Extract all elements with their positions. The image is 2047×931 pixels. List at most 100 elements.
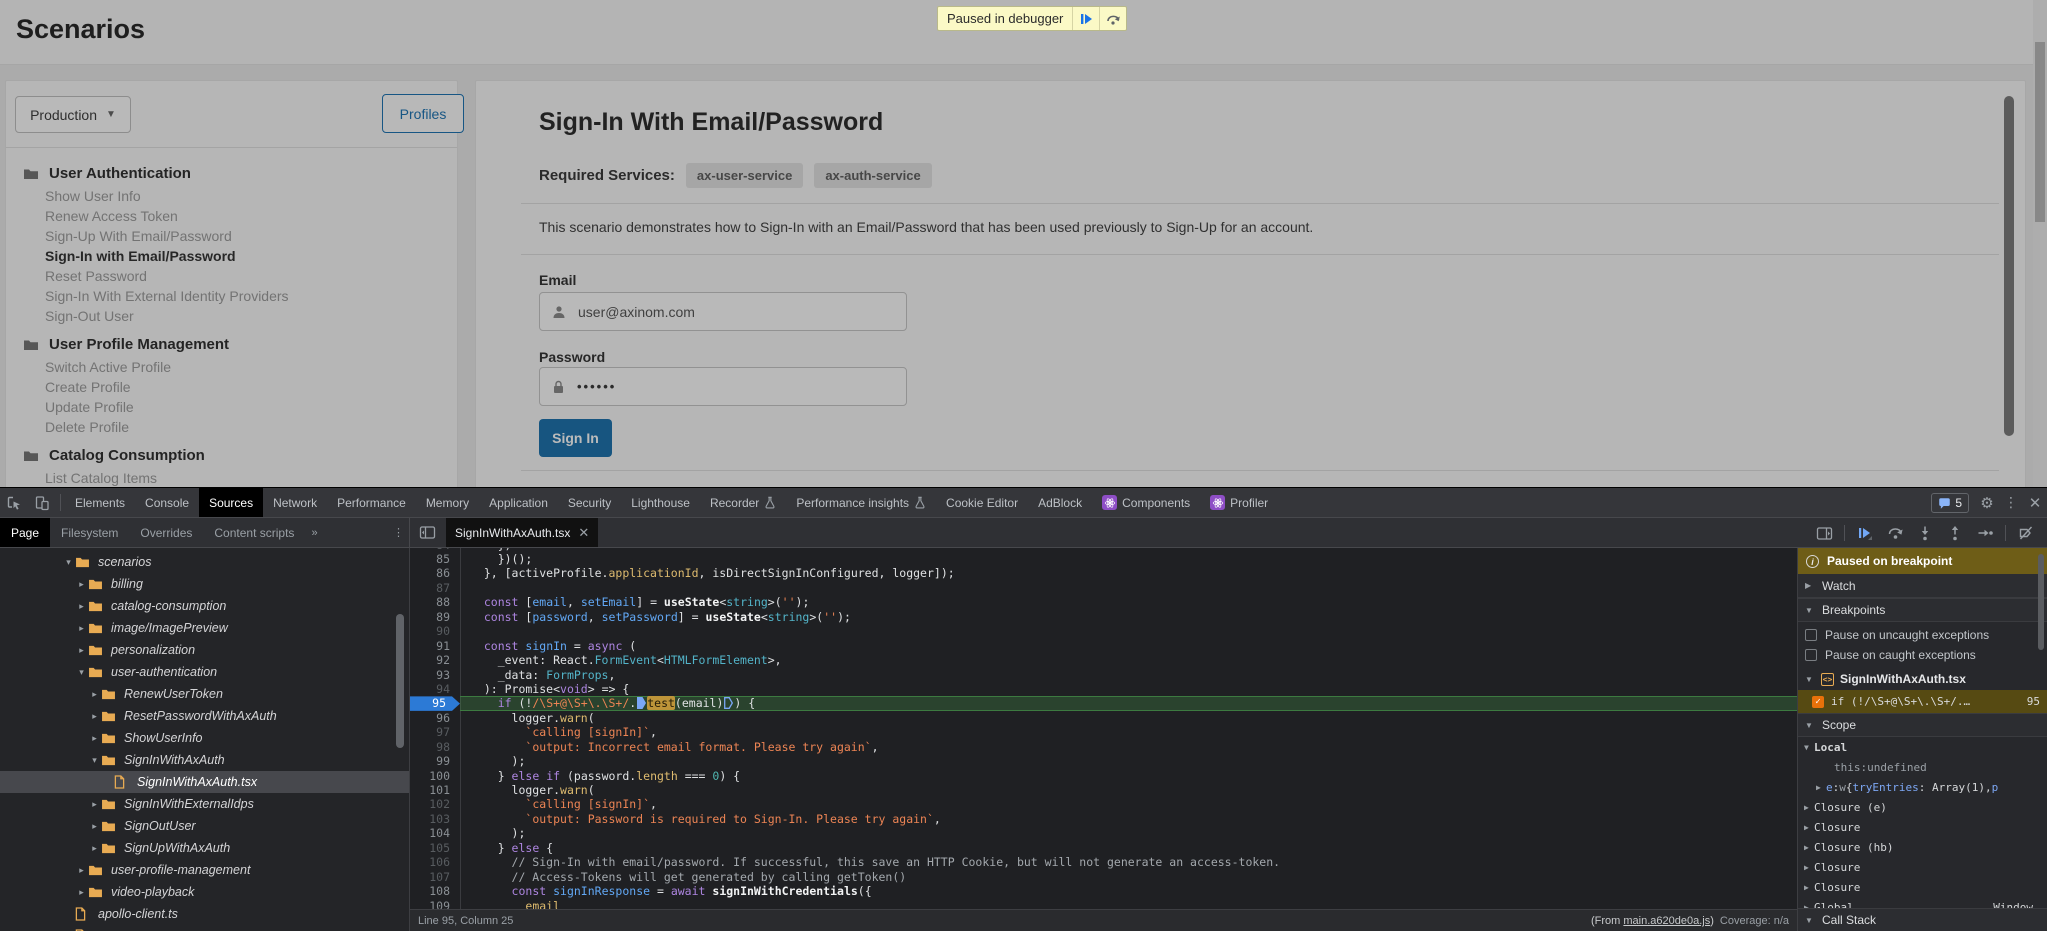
tree-folder-user-authentication[interactable]: ▾user-authentication bbox=[0, 661, 409, 683]
code-line-100[interactable]: 100 } else if (password.length === 0) { bbox=[410, 769, 1797, 783]
tab-components[interactable]: Components bbox=[1092, 488, 1200, 517]
breakpoints-section-header[interactable]: ▼ Breakpoints bbox=[1798, 598, 2047, 622]
tab-performance[interactable]: Performance bbox=[327, 488, 416, 517]
tree-folder-catalog-consumption[interactable]: ▸catalog-consumption bbox=[0, 595, 409, 617]
tab-memory[interactable]: Memory bbox=[416, 488, 479, 517]
code-line-96[interactable]: 96 logger.warn( bbox=[410, 711, 1797, 725]
code-line-94[interactable]: 94 ): Promise<void> => { bbox=[410, 682, 1797, 696]
pause-caught-checkbox[interactable] bbox=[1805, 649, 1817, 661]
code-line-97[interactable]: 97 `calling [signIn]`, bbox=[410, 725, 1797, 739]
step-over-icon[interactable] bbox=[1099, 7, 1126, 30]
code-line-90[interactable]: 90 bbox=[410, 624, 1797, 638]
tab-performance-insights[interactable]: Performance insights bbox=[786, 488, 936, 517]
code-line-85[interactable]: 85 })(); bbox=[410, 552, 1797, 566]
breakpoint-entry[interactable]: ✓ if (!/\S+@\S+\.\S+/.… 95 bbox=[1798, 690, 2047, 713]
code-line-89[interactable]: 89 const [password, setPassword] = useSt… bbox=[410, 610, 1797, 624]
step-over-icon[interactable] bbox=[1882, 521, 1908, 545]
tab-network[interactable]: Network bbox=[263, 488, 327, 517]
tree-folder-billing[interactable]: ▸billing bbox=[0, 573, 409, 595]
tree-folder-ShowUserInfo[interactable]: ▸ShowUserInfo bbox=[0, 727, 409, 749]
breakpoint-checkbox[interactable]: ✓ bbox=[1812, 696, 1824, 708]
code-line-107[interactable]: 107 // Access-Tokens will get generated … bbox=[410, 870, 1797, 884]
close-devtools-icon[interactable]: ✕ bbox=[2023, 488, 2047, 517]
more-tabs-icon[interactable]: ⋮ bbox=[387, 518, 409, 547]
tree-file-apollo-client.ts[interactable]: apollo-client.ts bbox=[0, 903, 409, 925]
scope-row[interactable]: ▶Closure (e) bbox=[1798, 797, 2047, 817]
code-editor[interactable]: 84 })85 })();86 }, [activeProfile.applic… bbox=[410, 548, 1797, 909]
scope-row[interactable]: this: undefined bbox=[1798, 757, 2047, 777]
navigator-scrollbar[interactable] bbox=[396, 614, 404, 748]
tab-recorder[interactable]: Recorder bbox=[700, 488, 786, 517]
tree-folder-ResetPasswordWithAxAuth[interactable]: ▸ResetPasswordWithAxAuth bbox=[0, 705, 409, 727]
watch-section-header[interactable]: ▶ Watch bbox=[1798, 574, 2047, 598]
tab-adblock[interactable]: AdBlock bbox=[1028, 488, 1092, 517]
tree-file-SignInWithAxAuth.tsx[interactable]: SignInWithAxAuth.tsx bbox=[0, 771, 409, 793]
tree-folder-RenewUserToken[interactable]: ▸RenewUserToken bbox=[0, 683, 409, 705]
breakpoint-file-row[interactable]: ▼ <> SignInWithAxAuth.tsx bbox=[1798, 668, 2047, 690]
tab-console[interactable]: Console bbox=[135, 488, 199, 517]
navigator-tab-overrides[interactable]: Overrides bbox=[129, 518, 203, 547]
scope-row[interactable]: ▶Closure bbox=[1798, 877, 2047, 897]
overflow-tabs-icon[interactable]: » bbox=[305, 518, 322, 547]
navigator-tab-filesystem[interactable]: Filesystem bbox=[50, 518, 129, 547]
tab-application[interactable]: Application bbox=[479, 488, 558, 517]
scope-row[interactable]: ▶Closure (hb) bbox=[1798, 837, 2047, 857]
resume-icon[interactable] bbox=[1852, 521, 1878, 545]
settings-gear-icon[interactable]: ⚙ bbox=[1975, 488, 1999, 517]
more-options-icon[interactable]: ⋮ bbox=[1999, 488, 2023, 517]
hide-navigator-icon[interactable] bbox=[413, 518, 441, 547]
code-line-102[interactable]: 102 `calling [signIn]`, bbox=[410, 797, 1797, 811]
device-toolbar-icon[interactable] bbox=[28, 488, 56, 517]
dock-panel-icon[interactable] bbox=[1811, 521, 1837, 545]
code-line-104[interactable]: 104 ); bbox=[410, 826, 1797, 840]
code-line-106[interactable]: 106 // Sign-In with email/password. If s… bbox=[410, 855, 1797, 869]
code-line-105[interactable]: 105 } else { bbox=[410, 841, 1797, 855]
code-line-91[interactable]: 91 const signIn = async ( bbox=[410, 639, 1797, 653]
tree-folder-image/ImagePreview[interactable]: ▸image/ImagePreview bbox=[0, 617, 409, 639]
navigator-tab-content-scripts[interactable]: Content scripts bbox=[203, 518, 305, 547]
scope-section-header[interactable]: ▼ Scope bbox=[1798, 713, 2047, 737]
tree-folder-video-playback[interactable]: ▸video-playback bbox=[0, 881, 409, 903]
call-stack-section-header[interactable]: ▼ Call Stack bbox=[1798, 908, 2047, 931]
tree-folder-scenarios[interactable]: ▾scenarios bbox=[0, 551, 409, 573]
tree-folder-personalization[interactable]: ▸personalization bbox=[0, 639, 409, 661]
code-line-98[interactable]: 98 `output: Incorrect email format. Plea… bbox=[410, 740, 1797, 754]
tab-lighthouse[interactable]: Lighthouse bbox=[621, 488, 700, 517]
scope-row[interactable]: ▶Closure bbox=[1798, 857, 2047, 877]
code-line-93[interactable]: 93 _data: FormProps, bbox=[410, 668, 1797, 682]
tree-folder-user-profile-management[interactable]: ▸user-profile-management bbox=[0, 859, 409, 881]
step-icon[interactable] bbox=[1972, 521, 1998, 545]
code-line-87[interactable]: 87 bbox=[410, 581, 1797, 595]
code-line-109[interactable]: 109 email bbox=[410, 899, 1797, 909]
navigator-tab-page[interactable]: Page bbox=[0, 518, 50, 547]
issues-counter[interactable]: 5 bbox=[1931, 493, 1969, 513]
step-into-icon[interactable] bbox=[1912, 521, 1938, 545]
code-line-95[interactable]: 95 if (!/\S+@\S+\.\S+/.test(email)) { bbox=[410, 696, 1797, 710]
tab-sources[interactable]: Sources bbox=[199, 488, 263, 517]
tree-folder-SignOutUser[interactable]: ▸SignOutUser bbox=[0, 815, 409, 837]
sourcemap-link[interactable]: main.a620de0a.js bbox=[1623, 915, 1710, 927]
scope-row[interactable]: ▼Local bbox=[1798, 737, 2047, 757]
sidebar-scrollbar[interactable] bbox=[2038, 554, 2044, 650]
tab-cookie-editor[interactable]: Cookie Editor bbox=[936, 488, 1028, 517]
code-line-108[interactable]: 108 const signInResponse = await signInW… bbox=[410, 884, 1797, 898]
tree-folder-SignUpWithAxAuth[interactable]: ▸SignUpWithAxAuth bbox=[0, 837, 409, 859]
tree-file-clipped[interactable] bbox=[0, 925, 409, 931]
tab-profiler[interactable]: Profiler bbox=[1200, 488, 1278, 517]
editor-tab[interactable]: SignInWithAxAuth.tsx ✕ bbox=[446, 518, 598, 547]
code-line-101[interactable]: 101 logger.warn( bbox=[410, 783, 1797, 797]
inspect-element-icon[interactable] bbox=[0, 488, 28, 517]
code-line-92[interactable]: 92 _event: React.FormEvent<HTMLFormEleme… bbox=[410, 653, 1797, 667]
code-line-99[interactable]: 99 ); bbox=[410, 754, 1797, 768]
step-into-target[interactable]: test bbox=[647, 696, 675, 710]
pause-uncaught-checkbox[interactable] bbox=[1805, 629, 1817, 641]
resume-icon[interactable] bbox=[1072, 7, 1099, 30]
scope-row[interactable]: ▶Closure bbox=[1798, 817, 2047, 837]
step-out-icon[interactable] bbox=[1942, 521, 1968, 545]
scope-row[interactable]: ▶e: w {tryEntries: Array(1), p bbox=[1798, 777, 2047, 797]
code-line-86[interactable]: 86 }, [activeProfile.applicationId, isDi… bbox=[410, 566, 1797, 580]
code-line-103[interactable]: 103 `output: Password is required to Sig… bbox=[410, 812, 1797, 826]
tree-folder-SignInWithAxAuth[interactable]: ▾SignInWithAxAuth bbox=[0, 749, 409, 771]
deactivate-breakpoints-icon[interactable] bbox=[2013, 521, 2039, 545]
tree-folder-SignInWithExternalIdps[interactable]: ▸SignInWithExternalIdps bbox=[0, 793, 409, 815]
